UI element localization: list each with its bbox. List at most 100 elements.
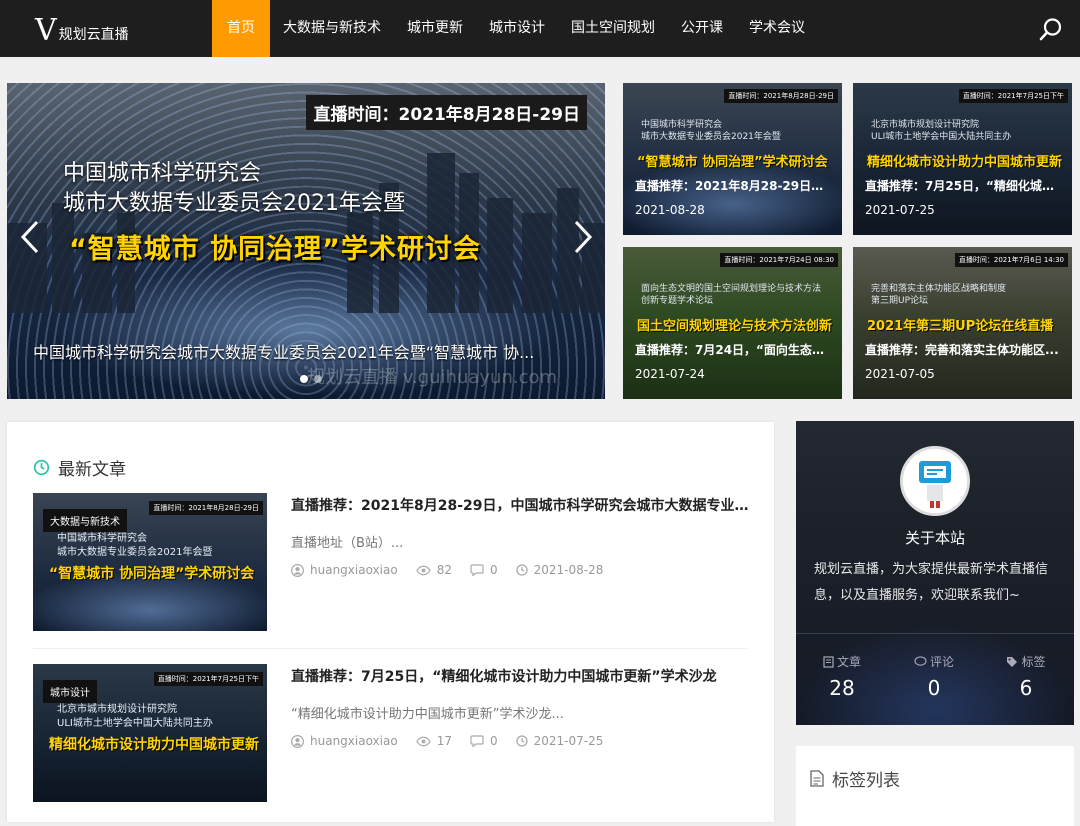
nav-item-conference[interactable]: 学术会议 bbox=[736, 0, 818, 57]
stat-comments-value: 0 bbox=[927, 676, 941, 700]
main-nav: 首页 大数据与新技术 城市更新 城市设计 国土空间规划 公开课 学术会议 bbox=[212, 0, 818, 57]
article-comments[interactable]: 0 bbox=[490, 734, 498, 748]
article-author[interactable]: huangxiaoxiao bbox=[310, 734, 398, 748]
meta-author: huangxiaoxiao bbox=[291, 734, 398, 748]
article-title[interactable]: 直播推荐：7月25日，“精细化城市设计助力中国城市更新”学术沙龙 bbox=[291, 666, 749, 686]
card-headline: 精细化城市设计助力中国城市更新 bbox=[867, 155, 1063, 170]
card-subtitle-2: ULI城市土地学会中国大陆共同主办 bbox=[871, 132, 1012, 142]
thumbnail-time-tag: 直播时间：2021年8月28日-29日 bbox=[149, 501, 263, 515]
stat-articles[interactable]: 文章 28 bbox=[796, 653, 888, 700]
tags-widget: 标签列表 bbox=[796, 746, 1074, 826]
clock-icon bbox=[515, 564, 528, 576]
live-time-badge: 直播时间：2021年8月28日-29日 bbox=[306, 95, 587, 130]
thumbnail-headline: “智慧城市 协同治理”学术研讨会 bbox=[49, 566, 255, 582]
card-title: 直播推荐：7月25日，“精细化城市... bbox=[865, 179, 1063, 193]
card-headline: 2021年第三期UP论坛在线直播 bbox=[867, 319, 1054, 334]
nav-item-urban-renewal[interactable]: 城市更新 bbox=[394, 0, 476, 57]
search-icon[interactable] bbox=[1039, 17, 1063, 41]
stat-tags-label-wrap: 标签 bbox=[980, 653, 1072, 670]
slide-watermark: 规划云直播 v.guihuayun.com bbox=[307, 367, 558, 388]
slider-dot-1[interactable] bbox=[300, 375, 308, 383]
stat-tags[interactable]: 标签 6 bbox=[980, 653, 1072, 700]
featured-card-4[interactable]: 直播时间：2021年7月6日 14:30 完善和落实主体功能区战略和制度 第三期… bbox=[853, 247, 1072, 399]
user-icon bbox=[291, 563, 304, 577]
thumbnail-line-2: 城市大数据专业委员会2021年会暨 bbox=[57, 547, 213, 558]
article-thumbnail[interactable]: 直播时间：2021年8月28日-29日 中国城市科学研究会 城市大数据专业委员会… bbox=[33, 493, 267, 631]
meta-date: 2021-08-28 bbox=[515, 563, 603, 577]
latest-articles-title: 最新文章 bbox=[58, 460, 126, 480]
article-title[interactable]: 直播推荐：2021年8月28-29日，中国城市科学研究会城市大数据专业委... bbox=[291, 495, 749, 515]
comment-icon bbox=[470, 735, 484, 747]
nav-item-urban-design[interactable]: 城市设计 bbox=[476, 0, 558, 57]
card-headline: 国土空间规划理论与技术方法创新 bbox=[637, 319, 833, 334]
article-item-2: 直播时间：2021年7月25日下午 北京市城市规划设计研究院 ULI城市土地学会… bbox=[33, 664, 747, 804]
site-avatar[interactable] bbox=[900, 446, 970, 516]
tags-widget-title: 标签列表 bbox=[832, 771, 900, 791]
card-title: 直播推荐：完善和落实主体功能区... bbox=[865, 343, 1059, 357]
latest-articles-header: 最新文章 bbox=[33, 455, 126, 480]
clock-icon bbox=[515, 735, 528, 747]
nav-item-open-course[interactable]: 公开课 bbox=[668, 0, 736, 57]
article-excerpt: “精细化城市设计助力中国城市更新”学术沙龙... bbox=[291, 707, 564, 722]
category-badge[interactable]: 城市设计 bbox=[43, 680, 97, 703]
card-date: 2021-07-05 bbox=[865, 367, 935, 381]
category-badge[interactable]: 大数据与新技术 bbox=[43, 509, 127, 532]
card-headline: “智慧城市 协同治理”学术研讨会 bbox=[637, 155, 828, 170]
about-title: 关于本站 bbox=[904, 529, 965, 547]
document-icon bbox=[823, 655, 834, 668]
nav-item-territorial-planning[interactable]: 国土空间规划 bbox=[558, 0, 668, 57]
about-description: 规划云直播，为大家提供最新学术直播信息，以及直播服务，欢迎联系我们~ bbox=[814, 562, 1049, 603]
user-icon bbox=[291, 734, 304, 748]
logo-text: 规划云直播 bbox=[58, 27, 129, 43]
tags-widget-header: 标签列表 bbox=[810, 766, 900, 791]
nav-item-home[interactable]: 首页 bbox=[212, 0, 270, 57]
article-comments[interactable]: 0 bbox=[490, 563, 498, 577]
stat-tags-value: 6 bbox=[1019, 676, 1033, 700]
card-subtitle-2: 第三期UP论坛 bbox=[871, 296, 929, 306]
article-views: 17 bbox=[436, 734, 452, 748]
stat-tags-label: 标签 bbox=[1021, 655, 1046, 669]
meta-views: 82 bbox=[415, 563, 452, 577]
article-divider bbox=[33, 648, 747, 649]
card-subtitle-2: 城市大数据专业委员会2021年会暨 bbox=[641, 132, 781, 142]
featured-card-3[interactable]: 直播时间：2021年7月24日 08:30 面向生态文明的国土空间规划理论与技术… bbox=[623, 247, 842, 399]
card-date: 2021-08-28 bbox=[635, 203, 705, 217]
about-separator bbox=[796, 633, 1074, 634]
tag-icon bbox=[1007, 656, 1018, 667]
site-logo[interactable]: V 规划云直播 bbox=[35, 12, 129, 46]
slider-dot-2[interactable] bbox=[314, 375, 322, 383]
meta-comments: 0 bbox=[470, 563, 498, 577]
comment-icon bbox=[470, 564, 484, 576]
stat-comments-label-wrap: 评论 bbox=[888, 653, 980, 670]
nav-item-bigdata[interactable]: 大数据与新技术 bbox=[270, 0, 394, 57]
document-list-icon bbox=[810, 770, 824, 787]
latest-articles-card: 最新文章 直播时间：2021年8月28日-29日 中国城市科学研究会 城市大数据… bbox=[7, 422, 774, 822]
article-meta: huangxiaoxiao 82 0 2021-08-28 bbox=[291, 563, 621, 577]
stat-articles-label-wrap: 文章 bbox=[796, 653, 888, 670]
slider-next-arrow-icon[interactable] bbox=[572, 219, 594, 255]
slider-prev-arrow-icon[interactable] bbox=[19, 219, 41, 255]
featured-card-2[interactable]: 直播时间：2021年7月25日下午 北京市城市规划设计研究院 ULI城市土地学会… bbox=[853, 83, 1072, 235]
card-title: 直播推荐：2021年8月28-29日，... bbox=[635, 179, 833, 193]
thumbnail-headline: 精细化城市设计助力中国城市更新 bbox=[49, 737, 259, 753]
slide-caption[interactable]: 中国城市科学研究会城市大数据专业委员会2021年会暨“智慧城市 协... bbox=[33, 339, 583, 363]
meta-views: 17 bbox=[415, 734, 452, 748]
card-time-tag: 直播时间：2021年7月6日 14:30 bbox=[954, 253, 1068, 267]
hero-slider[interactable]: 直播时间：2021年8月28日-29日 中国城市科学研究会 城市大数据专业委员会… bbox=[7, 83, 605, 399]
slider-dots bbox=[300, 375, 322, 383]
article-meta: huangxiaoxiao 17 0 2021-07-25 bbox=[291, 734, 621, 748]
logo-letter: V bbox=[35, 13, 57, 48]
featured-card-1[interactable]: 直播时间：2021年8月28日-29日 中国城市科学研究会 城市大数据专业委员会… bbox=[623, 83, 842, 235]
thumbnail-line-2: ULI城市土地学会中国大陆共同主办 bbox=[57, 718, 213, 729]
article-author[interactable]: huangxiaoxiao bbox=[310, 563, 398, 577]
card-date: 2021-07-25 bbox=[865, 203, 935, 217]
card-title: 直播推荐：7月24日，“面向生态文... bbox=[635, 343, 833, 357]
about-widget: 关于本站 规划云直播，为大家提供最新学术直播信息，以及直播服务，欢迎联系我们~ … bbox=[796, 421, 1074, 725]
meta-author: huangxiaoxiao bbox=[291, 563, 398, 577]
article-thumbnail[interactable]: 直播时间：2021年7月25日下午 北京市城市规划设计研究院 ULI城市土地学会… bbox=[33, 664, 267, 802]
stat-comments[interactable]: 评论 0 bbox=[888, 653, 980, 700]
article-date: 2021-07-25 bbox=[533, 734, 604, 748]
stat-articles-value: 28 bbox=[829, 676, 855, 700]
slide-headline: “智慧城市 协同治理”学术研讨会 bbox=[69, 234, 481, 265]
meta-date: 2021-07-25 bbox=[515, 734, 604, 748]
